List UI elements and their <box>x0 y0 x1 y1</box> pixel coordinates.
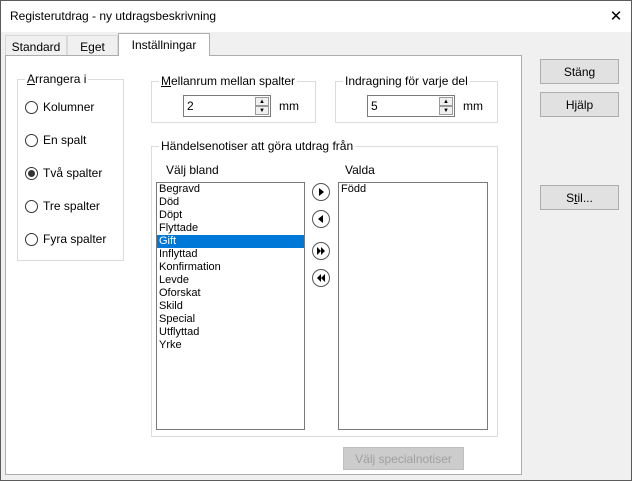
indent-group: Indragning för varje del 5 ▲ ▼ mm <box>335 74 498 123</box>
tab-standard[interactable]: Standard <box>5 35 67 57</box>
double-arrow-right-icon <box>317 247 325 255</box>
help-suffix: älp <box>577 97 594 112</box>
list-item[interactable]: Begravd <box>157 183 304 196</box>
window-title: Registerutdrag - ny utdragsbeskrivning <box>10 9 217 23</box>
radio-label: Tre spalter <box>43 199 100 213</box>
list-item[interactable]: Flyttade <box>157 222 304 235</box>
remove-one-button[interactable] <box>312 210 330 228</box>
list-item[interactable]: Levde <box>157 274 304 287</box>
tab-installningar[interactable]: Inställningar <box>118 33 210 56</box>
tab-installningar-label: Inställningar <box>131 38 197 52</box>
list-item[interactable]: Utflyttad <box>157 326 304 339</box>
list-item[interactable]: Inflyttad <box>157 248 304 261</box>
remove-all-button[interactable] <box>312 269 330 287</box>
arrange-group-title: Arrangera i <box>25 72 89 86</box>
radio-label: Två spalter <box>43 166 103 180</box>
column-spacing-value[interactable]: 2 <box>187 99 194 113</box>
column-spacing-spinner[interactable]: 2 ▲ ▼ <box>183 95 271 117</box>
column-spacing-unit: mm <box>279 99 299 113</box>
radio-button[interactable] <box>25 100 38 114</box>
special-notices-button[interactable]: Välj specialnotiser <box>343 447 464 470</box>
radio-fyra-spalter[interactable]: Fyra spalter <box>25 231 106 247</box>
list-item[interactable]: Född <box>339 183 487 196</box>
style-button-label: Stil... <box>566 191 593 205</box>
spinner-buttons: ▲ ▼ <box>255 97 269 115</box>
style-button[interactable]: Stil... <box>540 185 619 210</box>
add-one-button[interactable] <box>312 183 330 201</box>
close-button[interactable]: Stäng <box>540 59 619 84</box>
arrow-left-icon <box>318 215 323 223</box>
list-item[interactable]: Gift <box>157 235 304 248</box>
tab-eget[interactable]: Eget <box>67 35 118 57</box>
spin-down-icon[interactable]: ▼ <box>255 106 269 115</box>
help-button-label: Hjälp <box>566 98 593 112</box>
close-icon: ✕ <box>609 8 623 25</box>
radio-label: Fyra spalter <box>43 232 107 246</box>
add-all-button[interactable] <box>312 242 330 260</box>
arrange-group: Arrangera i Kolumner En spalt Två spalte… <box>17 72 124 261</box>
close-window-button[interactable]: ✕ <box>601 1 631 31</box>
list-item[interactable]: Special <box>157 313 304 326</box>
selected-events-list[interactable]: Född <box>338 182 488 430</box>
events-title: Händelsenotiser att göra utdrag från <box>159 139 356 153</box>
spinner-buttons: ▲ ▼ <box>439 97 453 115</box>
dialog-window: Registerutdrag - ny utdragsbeskrivning ✕… <box>0 0 632 481</box>
arrow-right-icon <box>319 188 324 196</box>
selected-label: Valda <box>345 163 375 177</box>
list-item[interactable]: Döpt <box>157 209 304 222</box>
arrange-title-rest: rrangera i <box>35 72 87 86</box>
special-notices-label: Välj specialnotiser <box>355 451 452 466</box>
radio-en-spalt[interactable]: En spalt <box>25 132 86 148</box>
indent-value[interactable]: 5 <box>371 99 378 113</box>
list-item[interactable]: Yrke <box>157 339 304 352</box>
radio-button-checked[interactable] <box>25 166 38 180</box>
list-item[interactable]: Oforskat <box>157 287 304 300</box>
style-prefix: S <box>566 190 575 205</box>
events-group: Händelsenotiser att göra utdrag från Väl… <box>151 139 498 437</box>
spin-up-icon[interactable]: ▲ <box>439 97 453 106</box>
list-item[interactable]: Död <box>157 196 304 209</box>
tab-eget-label: Eget <box>80 39 105 54</box>
radio-button[interactable] <box>25 133 38 147</box>
spin-up-icon[interactable]: ▲ <box>255 97 269 106</box>
radio-kolumner[interactable]: Kolumner <box>25 99 94 115</box>
radio-label: En spalt <box>43 133 87 147</box>
help-button[interactable]: Hjälp <box>540 92 619 117</box>
radio-tva-spalter[interactable]: Två spalter <box>25 165 102 181</box>
radio-label: Kolumner <box>43 100 95 114</box>
available-label: Välj bland <box>166 163 219 177</box>
double-arrow-left-icon <box>317 274 325 282</box>
tab-standard-label: Standard <box>11 39 61 54</box>
spin-down-icon[interactable]: ▼ <box>439 106 453 115</box>
column-spacing-title: Mellanrum mellan spalter <box>159 74 298 88</box>
indent-unit: mm <box>463 99 483 113</box>
available-events-list[interactable]: Begravd Död Döpt Flyttade Gift Inflyttad Konfi… <box>156 182 305 430</box>
indent-spinner[interactable]: 5 ▲ ▼ <box>367 95 455 117</box>
column-spacing-title-rest: ellanrum mellan spalter <box>171 74 296 88</box>
close-button-label: Stäng <box>563 64 596 79</box>
radio-button[interactable] <box>25 232 38 246</box>
indent-title: Indragning för varje del <box>343 74 470 88</box>
style-suffix: il... <box>577 190 593 205</box>
radio-button[interactable] <box>25 199 38 213</box>
title-bar[interactable]: Registerutdrag - ny utdragsbeskrivning ✕ <box>1 1 631 32</box>
list-item[interactable]: Konfirmation <box>157 261 304 274</box>
list-item[interactable]: Skild <box>157 300 304 313</box>
settings-tab-panel: Arrangera i Kolumner En spalt Två spalte… <box>5 55 522 475</box>
radio-tre-spalter[interactable]: Tre spalter <box>25 198 100 214</box>
column-spacing-group: Mellanrum mellan spalter 2 ▲ ▼ mm <box>151 74 316 123</box>
